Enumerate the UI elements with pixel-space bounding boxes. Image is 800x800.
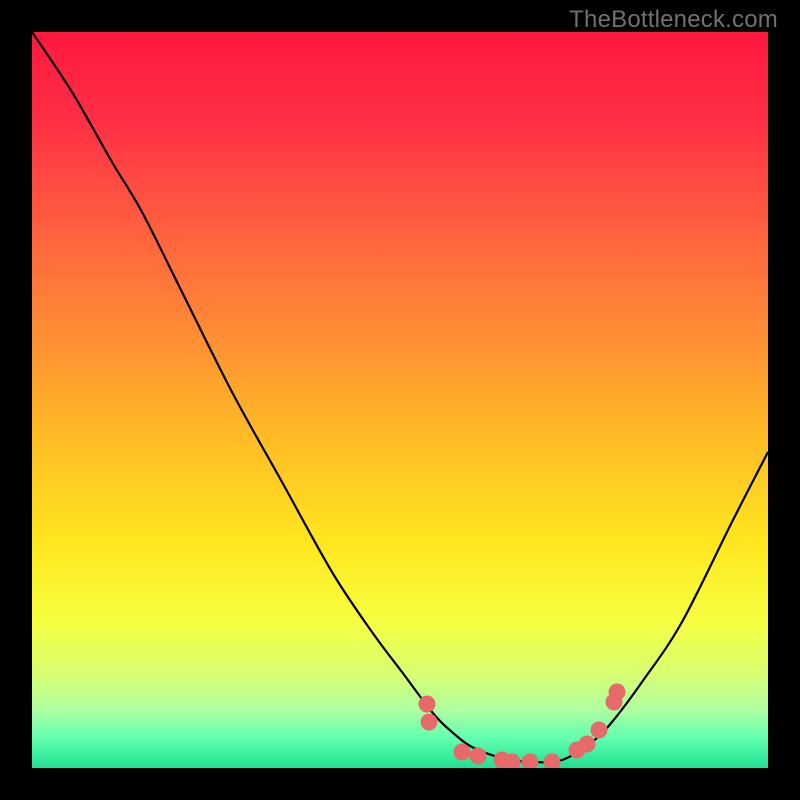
sweet-spot-dots-group <box>419 684 626 769</box>
watermark-text: TheBottleneck.com <box>569 6 778 34</box>
sweet-spot-dot <box>419 696 436 713</box>
bottleneck-curve <box>32 32 768 762</box>
chart-frame <box>32 32 768 768</box>
sweet-spot-dot <box>591 722 608 739</box>
sweet-spot-dot <box>544 754 561 769</box>
sweet-spot-dot <box>454 744 471 761</box>
chart-plot-layer <box>32 32 768 768</box>
sweet-spot-dot <box>522 754 539 769</box>
sweet-spot-dot <box>470 748 487 765</box>
sweet-spot-dot <box>421 714 438 731</box>
sweet-spot-dot <box>609 684 626 701</box>
sweet-spot-dot <box>579 736 596 753</box>
